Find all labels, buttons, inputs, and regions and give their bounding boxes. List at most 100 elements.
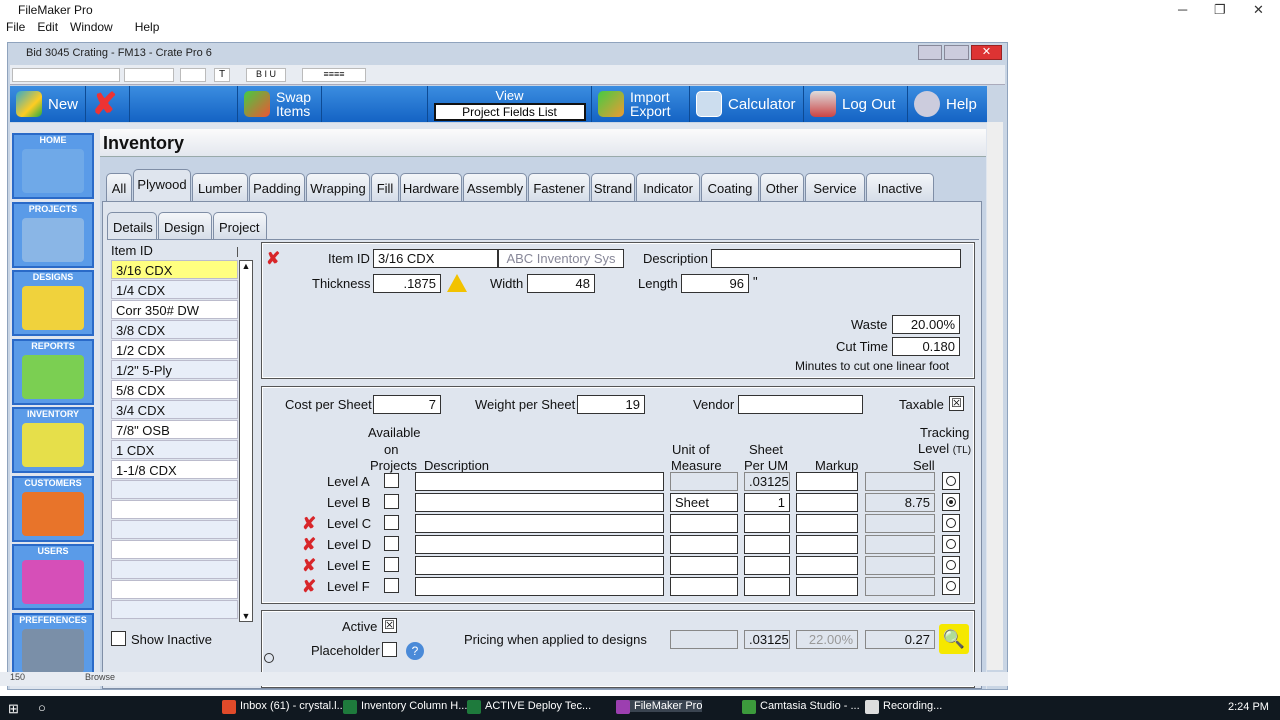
sidebar-item-projects[interactable]: PROJECTS	[12, 201, 94, 268]
tracking-level-radio[interactable]	[942, 577, 960, 595]
text-format-icon[interactable]: T	[214, 68, 230, 82]
list-item[interactable]	[111, 540, 238, 559]
show-inactive-checkbox[interactable]	[111, 631, 126, 646]
subtab-project[interactable]: Project	[213, 212, 267, 240]
menu-edit[interactable]: Edit	[31, 18, 64, 36]
subtab-design[interactable]: Design	[158, 212, 212, 240]
tab-strand[interactable]: Strand	[591, 173, 635, 201]
taskbar-item[interactable]: Inbox (61) - crystal.l...	[222, 700, 346, 714]
view-dropdown[interactable]: Project Fields List	[433, 103, 586, 121]
size-select[interactable]	[124, 68, 174, 82]
source-field[interactable]: ABC Inventory Sys	[498, 249, 624, 268]
tracking-level-radio[interactable]	[942, 472, 960, 490]
description-field[interactable]	[711, 249, 961, 268]
tab-coating[interactable]: Coating	[701, 173, 759, 201]
list-item[interactable]: 3/8 CDX	[111, 320, 238, 339]
list-item[interactable]: 1 CDX	[111, 440, 238, 459]
sidebar-item-reports[interactable]: REPORTS	[12, 338, 94, 405]
length-field[interactable]: 96	[681, 274, 749, 293]
fm-close-button[interactable]: ✕	[970, 45, 1002, 60]
warning-icon[interactable]	[447, 274, 467, 292]
list-item[interactable]	[111, 560, 238, 579]
list-item[interactable]: 1/2 CDX	[111, 340, 238, 359]
menu-file[interactable]: File	[0, 18, 31, 36]
clock[interactable]: 2:24 PM	[1228, 701, 1269, 713]
list-item[interactable]	[111, 500, 238, 519]
taxable-checkbox[interactable]: ☒	[949, 396, 964, 411]
swap-items-button[interactable]: Swap Items	[238, 86, 322, 122]
delete-button[interactable]: ✘	[86, 86, 130, 122]
close-button[interactable]: ✕	[1253, 2, 1264, 18]
taskbar-item[interactable]: ACTIVE Deploy Tec...	[467, 700, 591, 714]
vendor-field[interactable]	[738, 395, 863, 414]
font-select[interactable]	[12, 68, 120, 82]
delete-level-icon[interactable]: ✘	[302, 557, 316, 574]
tab-plywood[interactable]: Plywood	[133, 169, 191, 202]
per-um-field[interactable]	[744, 556, 790, 575]
level-description-field[interactable]	[415, 514, 664, 533]
thickness-field[interactable]: .1875	[373, 274, 441, 293]
tab-fastener[interactable]: Fastener	[528, 173, 590, 201]
sidebar-item-home[interactable]: HOME	[12, 133, 94, 199]
available-checkbox[interactable]	[384, 536, 399, 551]
unit-field[interactable]: Sheet	[670, 493, 738, 512]
level-description-field[interactable]	[415, 556, 664, 575]
scroll-up-arrow[interactable]: ▲	[240, 261, 252, 271]
bold-italic-underline-buttons[interactable]: B I U	[246, 68, 286, 82]
markup-field[interactable]	[796, 514, 858, 533]
line-color-button[interactable]	[180, 68, 206, 82]
available-checkbox[interactable]	[384, 515, 399, 530]
tab-lumber[interactable]: Lumber	[192, 173, 248, 201]
tracking-level-radio[interactable]	[942, 514, 960, 532]
markup-field[interactable]	[796, 556, 858, 575]
list-item[interactable]	[111, 600, 238, 619]
markup-field[interactable]	[796, 535, 858, 554]
level-description-field[interactable]	[415, 493, 664, 512]
list-item[interactable]: 3/16 CDX	[111, 260, 238, 279]
waste-field[interactable]: 20.00%	[892, 315, 960, 334]
tab-other[interactable]: Other	[760, 173, 804, 201]
magnifier-icon[interactable]: 🔍	[939, 624, 969, 654]
item-id-header[interactable]: Item ID	[111, 243, 153, 258]
per-um-field[interactable]: 1	[744, 493, 790, 512]
per-um-field[interactable]	[744, 514, 790, 533]
available-checkbox[interactable]	[384, 473, 399, 488]
tracking-level-radio[interactable]	[942, 493, 960, 511]
tracking-level-radio[interactable]	[942, 556, 960, 574]
list-item[interactable]: 1/2" 5-Ply	[111, 360, 238, 379]
sidebar-item-inventory[interactable]: INVENTORY	[12, 407, 94, 473]
minimize-button[interactable]: ─	[1178, 2, 1187, 17]
list-item[interactable]: 5/8 CDX	[111, 380, 238, 399]
list-item[interactable]	[111, 480, 238, 499]
width-field[interactable]: 48	[527, 274, 595, 293]
calculator-button[interactable]: Calculator	[690, 86, 804, 122]
cut-time-field[interactable]: 0.180	[892, 337, 960, 356]
level-description-field[interactable]	[415, 472, 664, 491]
subtab-details[interactable]: Details	[107, 212, 157, 240]
log-out-button[interactable]: Log Out	[804, 86, 908, 122]
delete-level-icon[interactable]: ✘	[302, 515, 316, 532]
taskbar-item[interactable]: FileMaker Pro	[616, 700, 703, 714]
fm-minimize-button[interactable]	[918, 45, 943, 60]
align-buttons[interactable]: ≡≡≡≡	[302, 68, 366, 82]
mode-indicator[interactable]: Browse	[85, 672, 115, 682]
window-scrollbar[interactable]	[987, 122, 1003, 670]
menu-window[interactable]: Window	[64, 18, 119, 36]
tab-all[interactable]: All	[106, 173, 132, 201]
cost-per-sheet-field[interactable]: 7	[373, 395, 441, 414]
available-checkbox[interactable]	[384, 578, 399, 593]
tab-inactive[interactable]: Inactive	[866, 173, 934, 201]
tab-padding[interactable]: Padding	[249, 173, 305, 201]
tab-service[interactable]: Service	[805, 173, 865, 201]
per-um-field[interactable]	[744, 577, 790, 596]
new-button[interactable]: New	[10, 86, 86, 122]
menu-help[interactable]: Help	[129, 18, 166, 36]
item-id-field[interactable]: 3/16 CDX	[373, 249, 498, 268]
sidebar-item-customers[interactable]: CUSTOMERS	[12, 475, 94, 542]
fm-restore-button[interactable]	[944, 45, 969, 60]
taskbar-item[interactable]: Inventory Column H...	[343, 700, 467, 714]
tab-assembly[interactable]: Assembly	[463, 173, 527, 201]
scroll-down-arrow[interactable]: ▼	[240, 611, 252, 621]
sidebar-item-preferences[interactable]: PREFERENCES	[12, 612, 94, 679]
available-checkbox[interactable]	[384, 494, 399, 509]
